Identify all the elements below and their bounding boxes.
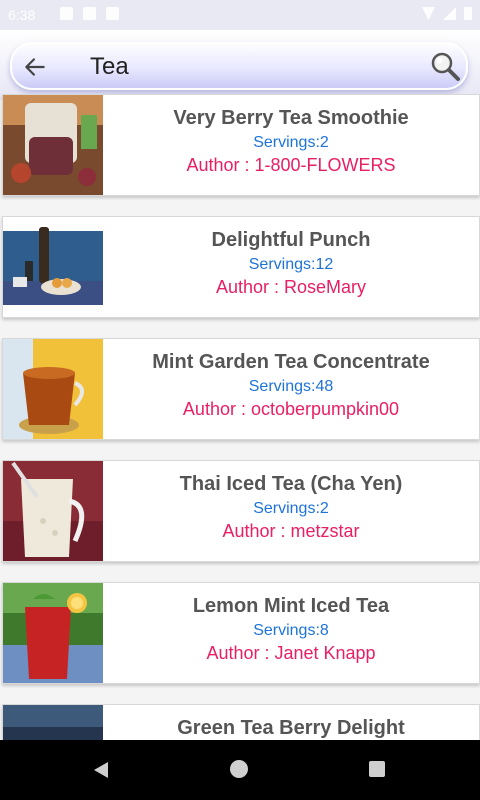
recipe-card[interactable]: Lemon Mint Iced Tea Servings:8 Author : …	[2, 582, 480, 684]
recipe-servings: Servings:2	[253, 500, 329, 517]
recipe-info: Thai Iced Tea (Cha Yen) Servings:2 Autho…	[103, 461, 479, 561]
system-icons	[422, 7, 472, 20]
recipe-info: Mint Garden Tea Concentrate Servings:48 …	[103, 339, 479, 439]
recipe-title: Green Tea Berry Delight	[177, 717, 405, 739]
recipe-list[interactable]: Very Berry Tea Smoothie Servings:2 Autho…	[0, 94, 480, 740]
search-icon[interactable]	[428, 49, 462, 83]
recipe-author: Author : metzstar	[222, 521, 360, 541]
signal-icon	[443, 7, 456, 20]
recipe-title: Lemon Mint Iced Tea	[192, 595, 390, 617]
search-toolbar: Tea	[0, 30, 480, 100]
notification-icon	[60, 7, 73, 20]
recipe-card[interactable]: Thai Iced Tea (Cha Yen) Servings:2 Autho…	[2, 460, 480, 562]
recipe-info: Lemon Mint Iced Tea Servings:8 Author : …	[103, 583, 479, 683]
status-bar: 6:38	[0, 0, 480, 30]
recipe-info: Delightful Punch Servings:12 Author : Ro…	[103, 217, 479, 317]
nav-recents-icon[interactable]	[369, 761, 385, 777]
nav-home-icon[interactable]	[230, 760, 248, 778]
recipe-servings: Servings:48	[248, 378, 334, 395]
recipe-title: Thai Iced Tea (Cha Yen)	[179, 473, 403, 495]
recipe-servings: Servings:8	[253, 622, 329, 639]
recipe-servings: Servings:12	[248, 256, 334, 273]
recipe-servings: Servings:2	[253, 134, 329, 151]
punch-photo	[3, 217, 103, 317]
recipe-info: Green Tea Berry Delight	[103, 705, 479, 740]
wifi-icon	[422, 7, 435, 20]
nav-back-icon[interactable]	[91, 760, 111, 780]
recipe-card[interactable]: Very Berry Tea Smoothie Servings:2 Autho…	[2, 94, 480, 196]
recipe-card[interactable]: Green Tea Berry Delight	[2, 704, 480, 740]
recipe-title: Delightful Punch	[211, 229, 371, 251]
battery-icon	[464, 7, 472, 20]
back-arrow-icon[interactable]	[22, 54, 48, 80]
search-bar: Tea	[10, 42, 468, 90]
notification-icons	[60, 7, 119, 20]
notification-icon	[83, 7, 96, 20]
recipe-info: Very Berry Tea Smoothie Servings:2 Autho…	[103, 95, 479, 195]
search-input[interactable]: Tea	[90, 53, 129, 81]
recipe-author: Author : octoberpumpkin00	[182, 399, 400, 419]
notification-icon	[106, 7, 119, 20]
recipe-author: Author : RoseMary	[215, 277, 367, 297]
berry-smoothie-photo	[3, 95, 103, 195]
tea-concentrate-photo	[3, 339, 103, 439]
recipe-author: Author : 1-800-FLOWERS	[186, 155, 396, 175]
lemon-iced-tea-photo	[3, 583, 103, 683]
recipe-card[interactable]: Delightful Punch Servings:12 Author : Ro…	[2, 216, 480, 318]
recipe-card[interactable]: Mint Garden Tea Concentrate Servings:48 …	[2, 338, 480, 440]
thai-iced-tea-photo	[3, 461, 103, 561]
recipe-author: Author : Janet Knapp	[206, 643, 376, 663]
recipe-title: Mint Garden Tea Concentrate	[152, 351, 430, 373]
recipe-title: Very Berry Tea Smoothie	[173, 107, 409, 129]
navigation-bar	[0, 740, 480, 800]
green-tea-photo	[3, 705, 103, 740]
status-time: 6:38	[8, 7, 36, 23]
